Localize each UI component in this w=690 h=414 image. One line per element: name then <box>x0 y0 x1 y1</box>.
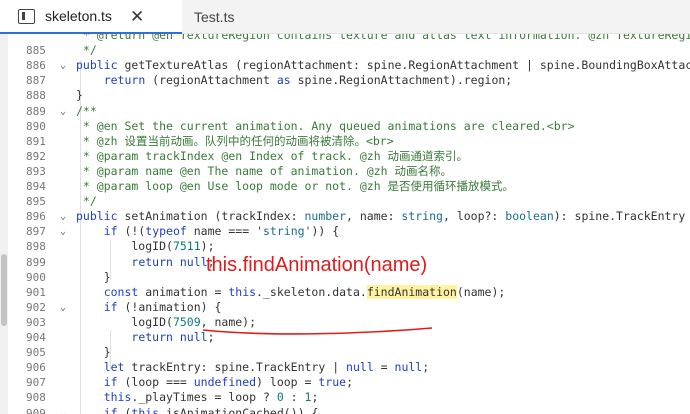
line-number: 905 <box>26 346 46 360</box>
code-text: } <box>76 88 83 103</box>
line-number: 887 <box>26 74 46 88</box>
fold-chevron-icon[interactable]: ⌄ <box>60 58 66 73</box>
fold-chevron-icon[interactable]: ⌄ <box>60 224 66 239</box>
editor-tab-bar: skeleton.ts ✕ Test.ts <box>0 0 690 34</box>
line-number: 897 <box>26 225 46 239</box>
code-text: } <box>76 269 111 284</box>
line-number: 908 <box>26 391 46 405</box>
code-line[interactable]: 890 * @en Set the current animation. Any… <box>0 119 690 134</box>
code-text: if (!animation) { <box>103 299 222 314</box>
line-number: 904 <box>26 331 46 344</box>
code-line[interactable]: 892 * @param trackIndex @en Index of tra… <box>0 149 690 164</box>
code-line[interactable]: 909 ⌄ if (this.isAnimationCached()) { <box>0 406 690 414</box>
code-line[interactable]: 893 * @param name @en The name of animat… <box>0 164 690 179</box>
line-number: 900 <box>26 270 46 284</box>
code-text: * @param name @en The name of animation.… <box>76 163 452 178</box>
code-text: return null; <box>131 330 215 344</box>
code-text: let trackEntry: spine.TrackEntry | null … <box>103 360 430 375</box>
code-line[interactable]: 896 ⌄ public setAnimation (trackIndex: num… <box>0 209 690 224</box>
code-text: this._playTimes = loop ? 0 : 1; <box>103 390 319 405</box>
code-line[interactable]: 895 */ <box>0 194 690 209</box>
line-number: 896 <box>26 210 46 224</box>
line-number: 893 <box>26 164 46 178</box>
code-line[interactable]: 889 ⌄ /** <box>0 104 690 119</box>
code-line[interactable]: 886 ⌄ public getTextureAtlas (regionAttach… <box>0 58 690 73</box>
code-editor[interactable]: * @return @en TextureRegion contains tex… <box>0 34 690 414</box>
line-number: 898 <box>26 240 46 254</box>
code-line[interactable]: 887 return (regionAttachment as spine.Re… <box>0 73 690 88</box>
code-text: if (!(typeof name === 'string')) { <box>103 224 340 239</box>
code-text: * @return @en TextureRegion contains tex… <box>82 34 690 42</box>
code-text: public setAnimation (trackIndex: number,… <box>76 209 686 224</box>
line-number: 894 <box>26 180 46 193</box>
code-line[interactable]: 897 ⌄ if (!(typeof name === 'string')) { <box>0 224 690 239</box>
annotation-underline <box>202 327 433 335</box>
line-number: 888 <box>26 89 46 103</box>
code-line[interactable]: 905 } <box>0 345 690 360</box>
line-number: 907 <box>26 376 46 390</box>
code-text: */ <box>76 194 97 209</box>
close-icon[interactable]: ✕ <box>130 8 144 25</box>
fold-chevron-icon[interactable]: ⌄ <box>60 209 66 224</box>
code-text: return (regionAttachment as spine.Region… <box>103 73 513 88</box>
line-number: 895 <box>26 195 46 209</box>
fold-chevron-icon[interactable]: ⌄ <box>60 300 66 315</box>
line-number: 889 <box>26 104 46 118</box>
code-text: * @param loop @en Use loop mode or not. … <box>76 179 515 193</box>
tab-skeleton-ts[interactable]: skeleton.ts ✕ <box>0 0 182 34</box>
line-number: 891 <box>26 134 46 148</box>
line-number: 886 <box>26 59 46 73</box>
tab-test-ts[interactable]: Test.ts <box>182 0 278 34</box>
line-number: 901 <box>26 285 46 299</box>
line-number: 906 <box>26 361 46 375</box>
code-text: if (loop === undefined) loop = true; <box>103 375 353 390</box>
code-text: public getTextureAtlas (regionAttachment… <box>76 58 690 73</box>
code-text: /** <box>76 103 97 118</box>
code-text: const animation = this._skeleton.data.fi… <box>103 284 506 299</box>
line-number: 890 <box>26 119 46 133</box>
line-number: 909 <box>26 406 46 414</box>
annotation-text: this.findAnimation(name) <box>206 254 428 276</box>
code-line[interactable]: * @return @en TextureRegion contains tex… <box>0 34 690 43</box>
line-number: 899 <box>26 255 46 269</box>
code-text: * @param trackIndex @en Index of track. … <box>76 148 469 163</box>
code-line[interactable]: 906 let trackEntry: spine.TrackEntry | n… <box>0 360 690 375</box>
code-line[interactable]: 898 logID(7511); <box>0 239 690 254</box>
code-line[interactable]: 901 const animation = this._skeleton.dat… <box>0 284 690 300</box>
code-line[interactable]: 902 ⌄ if (!animation) { <box>0 300 690 315</box>
line-number: 903 <box>26 315 46 329</box>
code-text: * @en Set the current animation. Any que… <box>76 118 575 133</box>
code-text: * @zh 设置当前动画。队列中的任何的动画将被清除。<br> <box>76 133 394 148</box>
line-number: 902 <box>26 300 46 314</box>
code-line[interactable]: 885 */ <box>0 43 690 58</box>
code-line[interactable]: 907 if (loop === undefined) loop = true; <box>0 375 690 390</box>
fold-chevron-icon[interactable]: ⌄ <box>60 104 66 119</box>
code-line[interactable]: 908 this._playTimes = loop ? 0 : 1; <box>0 390 690 405</box>
fold-chevron-icon[interactable]: ⌄ <box>60 406 66 414</box>
code-line[interactable]: 888} <box>0 88 690 103</box>
code-text: return null; <box>131 254 215 269</box>
line-number: 885 <box>26 44 46 58</box>
line-number: 892 <box>26 149 46 163</box>
code-text: */ <box>76 43 97 58</box>
code-text: } <box>76 345 111 360</box>
code-text: logID(7511); <box>76 239 215 254</box>
split-editor-icon[interactable] <box>18 8 35 24</box>
tab-label: Test.ts <box>194 9 235 25</box>
code-line[interactable]: 894 * @param loop @en Use loop mode or n… <box>0 179 690 194</box>
code-line[interactable]: 891 * @zh 设置当前动画。队列中的任何的动画将被清除。<br> <box>0 134 690 149</box>
code-text: if (this.isAnimationCached()) { <box>103 405 319 414</box>
tab-label: skeleton.ts <box>45 8 112 24</box>
